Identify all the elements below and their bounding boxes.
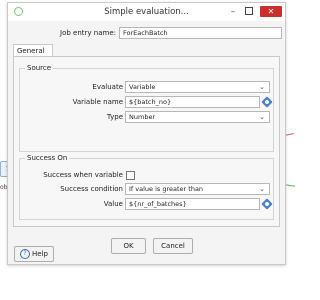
success-condition-select[interactable]: If value is greater than ⌄ [125,183,270,195]
help-button-label: Help [32,250,48,258]
success-when-variable-label: Success when variable [43,171,123,179]
job-entry-name-label: Job entry name: [60,29,116,37]
maximize-button[interactable] [243,5,255,19]
chevron-down-icon: ⌄ [259,185,265,193]
tab-general[interactable]: General [13,44,53,56]
source-group: Source Evaluate Variable ⌄ Variable name… [19,64,274,152]
chevron-down-icon: ⌄ [259,83,265,91]
ok-button[interactable]: OK [111,238,146,254]
evaluate-value: Variable [129,83,156,91]
chevron-down-icon: ⌄ [259,113,265,121]
cancel-button[interactable]: Cancel [153,238,193,254]
source-group-title: Source [25,64,54,72]
evaluate-label: Evaluate [92,83,123,91]
success-condition-value: If value is greater than [129,185,204,193]
titlebar: Simple evaluation... – ✕ [8,3,285,21]
variable-name-label: Variable name [72,98,123,106]
maximize-icon [245,6,253,15]
success-on-group: Success On Success when variable Success… [19,154,274,220]
minimize-button[interactable]: – [227,5,239,19]
success-on-group-title: Success On [25,154,70,162]
type-label: Type [106,113,123,121]
success-condition-label: Success condition [60,185,123,193]
success-when-variable-checkbox[interactable] [126,171,135,180]
evaluate-select[interactable]: Variable ⌄ [125,81,270,93]
value-label: Value [103,200,123,208]
variable-name-input[interactable]: ${batch_no} [125,96,260,108]
simple-evaluation-dialog: Simple evaluation... – ✕ Job entry name:… [7,2,286,265]
variable-diamond-icon[interactable] [261,198,273,210]
value-input[interactable]: ${nr_of_batches} [125,198,260,210]
hop-line-success [284,184,296,187]
help-circle-icon: ? [20,249,31,259]
general-tab-panel: Source Evaluate Variable ⌄ Variable name… [13,56,280,227]
help-button[interactable]: ? Help [14,246,54,262]
type-select[interactable]: Number ⌄ [125,111,270,123]
close-button[interactable]: ✕ [260,6,282,17]
job-entry-name-input[interactable]: ForEachBatch [119,27,282,39]
variable-diamond-icon[interactable] [261,96,273,108]
type-value: Number [129,113,156,121]
